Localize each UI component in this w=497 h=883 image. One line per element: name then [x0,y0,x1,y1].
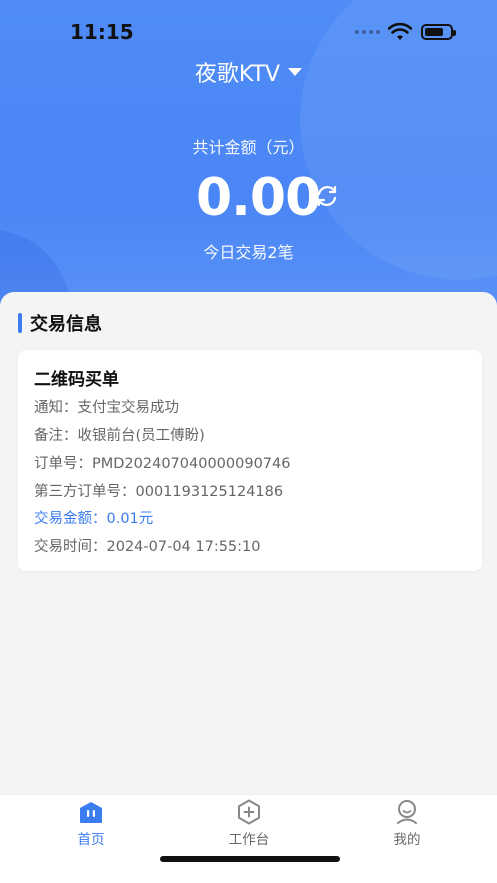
transaction-notice: 通知：支付宝交易成功 [34,400,179,416]
section-title: 交易信息 [18,312,102,335]
caret-down-icon [288,68,303,76]
store-selector[interactable]: 夜歌KTV [0,56,497,88]
home-indicator[interactable] [160,856,340,862]
profile-icon [397,800,417,824]
tab-home-label: 首页 [77,832,105,848]
refresh-icon[interactable] [314,183,340,209]
signal-dots-icon [355,30,380,34]
section-title-text: 交易信息 [30,314,102,335]
header-hero: 11:15 夜歌KTV 共计金额（元） 0.00 今日交易2笔 [0,0,497,330]
transaction-time: 交易时间：2024-07-04 17:55:10 [34,539,261,555]
store-name: 夜歌KTV [194,62,281,87]
total-amount-label: 共计金额（元） [192,138,305,157]
tab-home[interactable]: 首页 [31,795,151,855]
tab-profile-label: 我的 [393,832,421,848]
transaction-remark: 备注：收银前台(员工傅盼) [34,428,205,444]
battery-icon [421,24,456,40]
tab-workbench-label: 工作台 [228,832,270,848]
status-time: 11:15 [70,20,134,44]
tab-profile[interactable]: 我的 [347,795,467,855]
transaction-order-no: 订单号：PMD202407040000090746 [34,456,291,472]
transaction-amount: 交易金额：0.01元 [34,511,154,527]
home-icon [80,802,102,823]
today-transactions: 今日交易2笔 [203,243,294,262]
section-accent-bar [18,313,22,333]
tab-workbench[interactable]: 工作台 [189,795,309,855]
transaction-card[interactable]: 二维码买单 通知：支付宝交易成功 备注：收银前台(员工傅盼) 订单号：PMD20… [18,350,482,571]
transaction-third-order-no: 第三方订单号：0001193125124186 [34,484,284,500]
tab-bar: 首页 工作台 我的 [0,794,497,883]
transaction-title: 二维码买单 [34,370,119,390]
total-amount: 0.00 [196,168,321,228]
wifi-icon [388,22,412,40]
content-panel: 交易信息 二维码买单 通知：支付宝交易成功 备注：收银前台(员工傅盼) 订单号：… [0,292,497,794]
status-bar: 11:15 [0,18,497,48]
workbench-icon [238,799,260,825]
